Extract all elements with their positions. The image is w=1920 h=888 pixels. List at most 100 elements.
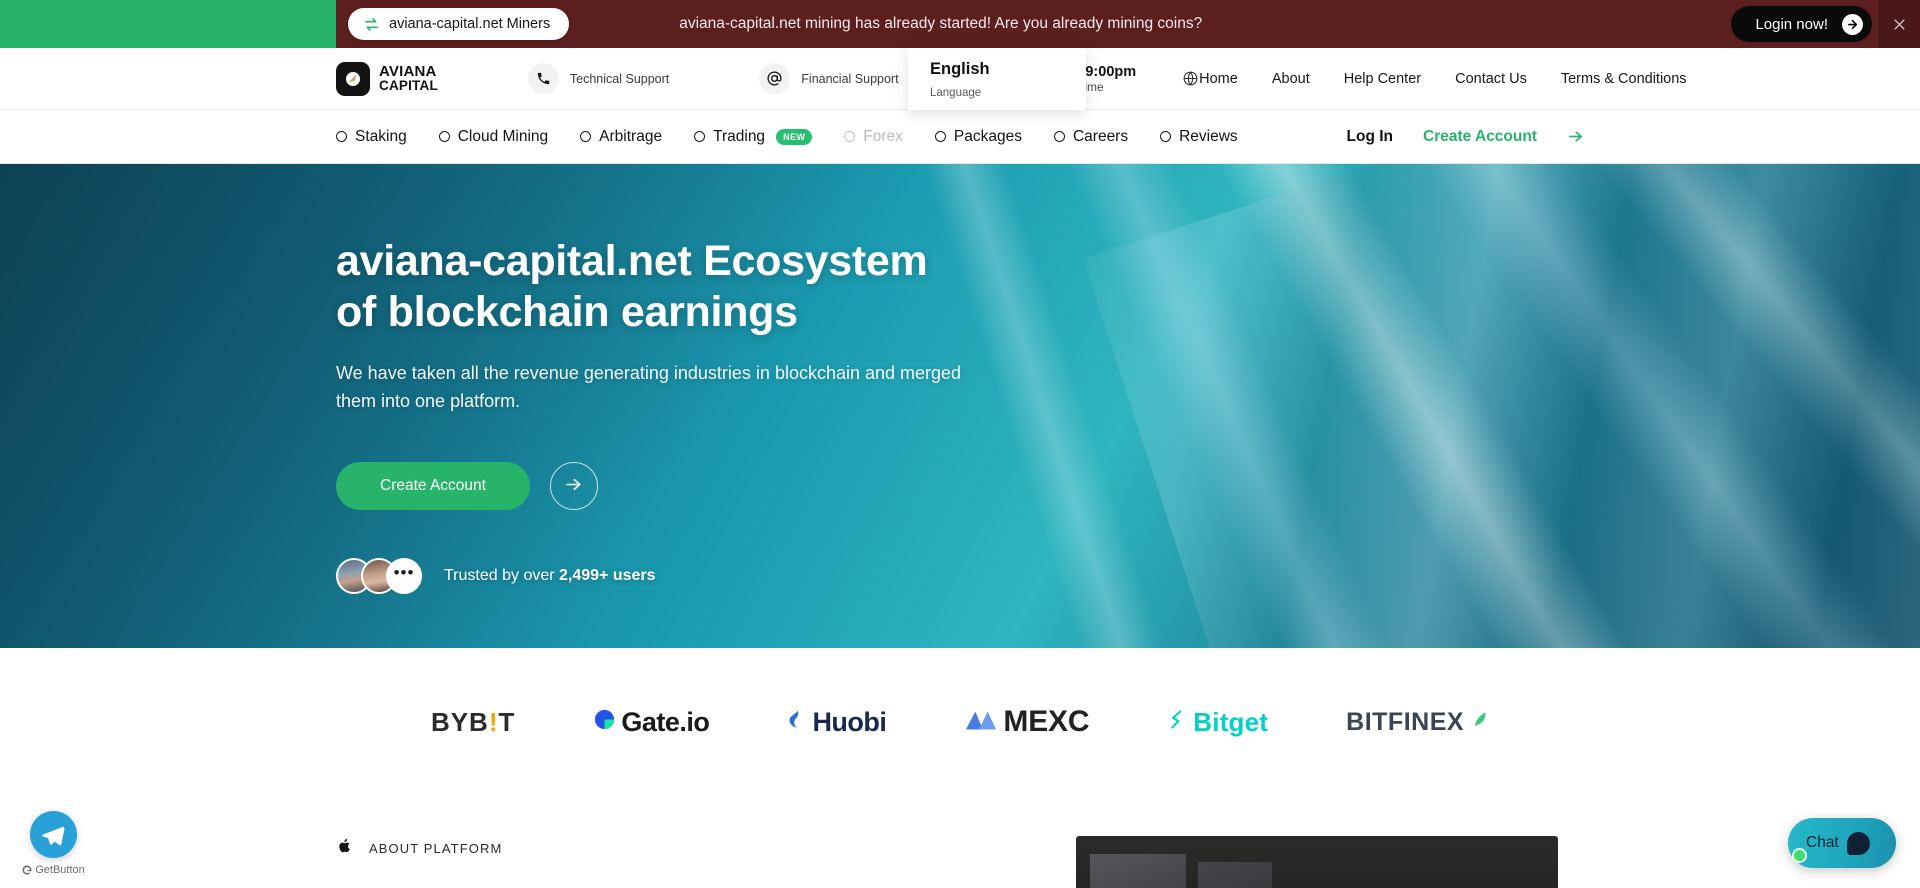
- nav-label: Arbitrage: [599, 127, 663, 145]
- login-now-label: Login now!: [1755, 15, 1828, 33]
- new-badge: NEW: [776, 128, 813, 145]
- top-link-about[interactable]: About: [1272, 71, 1310, 87]
- bitget-mark-icon: [1167, 709, 1188, 735]
- chat-bubble-icon: [1846, 831, 1870, 855]
- chat-widget[interactable]: Chat: [1788, 818, 1896, 868]
- brand-line-1: AVIANA: [379, 63, 437, 81]
- swap-icon: [363, 16, 380, 33]
- partner-logo-huobi: Huobi: [787, 706, 887, 738]
- top-link-contact-us[interactable]: Contact Us: [1455, 71, 1527, 87]
- hero-cta-group: Create Account: [336, 462, 1920, 511]
- nav-label: Cloud Mining: [457, 127, 549, 145]
- partner-name: Huobi: [812, 706, 887, 737]
- miners-pill[interactable]: aviana-capital.net Miners: [348, 8, 570, 40]
- partner-name: BITFINEX: [1346, 707, 1465, 736]
- getbutton-widget[interactable]: GetButton: [21, 811, 85, 876]
- getbutton-label: GetButton: [21, 864, 85, 876]
- partner-name: Gate.io: [621, 706, 710, 737]
- trusted-users: ••• Trusted by over 2,499+ users: [336, 558, 1920, 595]
- partner-logo-mexc: MEXC: [964, 705, 1089, 739]
- nav-items: Staking Cloud Mining Arbitrage Trading N…: [336, 128, 1238, 146]
- circle-icon: [438, 131, 450, 142]
- brand-logo[interactable]: AVIANA CAPITAL: [336, 61, 438, 96]
- top-links: Home About Help Center Contact Us Terms …: [1199, 71, 1686, 87]
- hero-title-line-2: of blockchain earnings: [336, 288, 798, 337]
- circle-icon: [694, 131, 706, 142]
- language-selected-value: English: [930, 60, 990, 78]
- arrow-right-icon[interactable]: [1567, 128, 1584, 145]
- language-dropdown[interactable]: English Language: [908, 48, 1086, 110]
- arrow-right-icon: [564, 475, 583, 497]
- top-link-terms-conditions[interactable]: Terms & Conditions: [1561, 71, 1687, 87]
- globe-icon[interactable]: [1182, 70, 1199, 87]
- brand-line-2: CAPITAL: [379, 78, 438, 94]
- technical-support-label: Technical Support: [569, 71, 670, 86]
- nav-label: Trading: [713, 127, 766, 145]
- partner-logo-gate-io: Gate.io: [593, 706, 710, 738]
- nav-item-cloud-mining[interactable]: Cloud Mining: [438, 127, 549, 146]
- nav-item-staking[interactable]: Staking: [336, 128, 407, 146]
- about-eyebrow-label: ABOUT PLATFORM: [369, 840, 503, 856]
- circle-icon: [336, 131, 347, 142]
- top-link-home[interactable]: Home: [1199, 71, 1238, 87]
- gate-mark-icon: [593, 708, 616, 736]
- trusted-text: Trusted by over 2,499+ users: [444, 567, 656, 585]
- nav-item-arbitrage[interactable]: Arbitrage: [580, 128, 662, 146]
- telegram-icon[interactable]: [29, 811, 77, 858]
- banner-message: aviana-capital.net mining has already st…: [679, 15, 1203, 32]
- contact-financial-support[interactable]: Financial Support: [759, 63, 899, 94]
- circle-icon: [580, 131, 592, 142]
- nav-item-forex[interactable]: Forex: [844, 128, 903, 146]
- nav-label: Staking: [355, 127, 407, 145]
- hero-create-account-button[interactable]: Create Account: [336, 462, 530, 511]
- apple-icon: [336, 836, 353, 860]
- nav-label: Forex: [863, 127, 903, 145]
- main-navigation: Staking Cloud Mining Arbitrage Trading N…: [0, 110, 1920, 164]
- hero-content: aviana-capital.net Ecosystem of blockcha…: [0, 164, 1920, 595]
- avatar-group: •••: [336, 558, 422, 595]
- nav-label: Packages: [953, 127, 1022, 145]
- nav-item-packages[interactable]: Packages: [934, 127, 1022, 146]
- miners-pill-label: aviana-capital.net Miners: [389, 16, 551, 32]
- mexc-mark-icon: [964, 708, 998, 737]
- hero-title: aviana-capital.net Ecosystem of blockcha…: [336, 236, 1920, 338]
- hero-next-button[interactable]: [549, 462, 598, 511]
- about-image: [1076, 836, 1558, 888]
- arrow-right-icon: [1842, 13, 1863, 35]
- avatar-more[interactable]: •••: [386, 558, 422, 595]
- nav-item-trading[interactable]: Trading NEW: [694, 127, 813, 146]
- utility-header: AVIANA CAPITAL Technical Support Financi…: [0, 48, 1920, 110]
- brand-text: AVIANA CAPITAL: [379, 64, 438, 93]
- chat-label: Chat: [1806, 834, 1839, 851]
- circle-icon: [844, 131, 856, 142]
- about-text-column: ABOUT PLATFORM aviana-capital.net Ecosys…: [336, 836, 1016, 888]
- partner-name: MEXC: [1003, 705, 1090, 738]
- nav-item-careers[interactable]: Careers: [1053, 127, 1129, 146]
- promo-banner: aviana-capital.net Miners aviana-capital…: [336, 0, 1920, 48]
- huobi-flame-icon: [787, 708, 807, 737]
- trusted-prefix: Trusted by over: [444, 567, 560, 585]
- close-icon: [1893, 18, 1905, 30]
- partner-name: BYB: [430, 706, 489, 737]
- hero-subtitle: We have taken all the revenue generating…: [336, 363, 962, 411]
- circle-icon: [1053, 131, 1065, 142]
- top-link-help-center[interactable]: Help Center: [1344, 71, 1421, 87]
- trusted-count: 2,499+ users: [559, 567, 656, 585]
- banner-close-button[interactable]: [1878, 0, 1920, 48]
- contact-technical-support[interactable]: Technical Support: [527, 63, 670, 94]
- create-account-link[interactable]: Create Account: [1423, 128, 1537, 146]
- auth-actions: Log In Create Account: [1347, 128, 1584, 146]
- bybit-dot-icon: !: [488, 706, 499, 737]
- nav-label: Careers: [1072, 127, 1129, 145]
- about-platform-section: ABOUT PLATFORM aviana-capital.net Ecosys…: [0, 796, 1920, 888]
- getbutton-mark-icon: [22, 865, 32, 875]
- hero-section: aviana-capital.net Ecosystem of blockcha…: [0, 164, 1920, 648]
- nav-item-reviews[interactable]: Reviews: [1160, 128, 1238, 146]
- circle-icon: [934, 131, 946, 142]
- about-eyebrow: ABOUT PLATFORM: [336, 836, 1016, 860]
- language-caption: Language: [930, 87, 982, 99]
- login-now-button[interactable]: Login now!: [1731, 6, 1872, 42]
- partner-logo-bybit: BYB!T: [431, 707, 515, 738]
- log-in-link[interactable]: Log In: [1347, 128, 1394, 146]
- bitfinex-leaf-icon: [1469, 710, 1489, 735]
